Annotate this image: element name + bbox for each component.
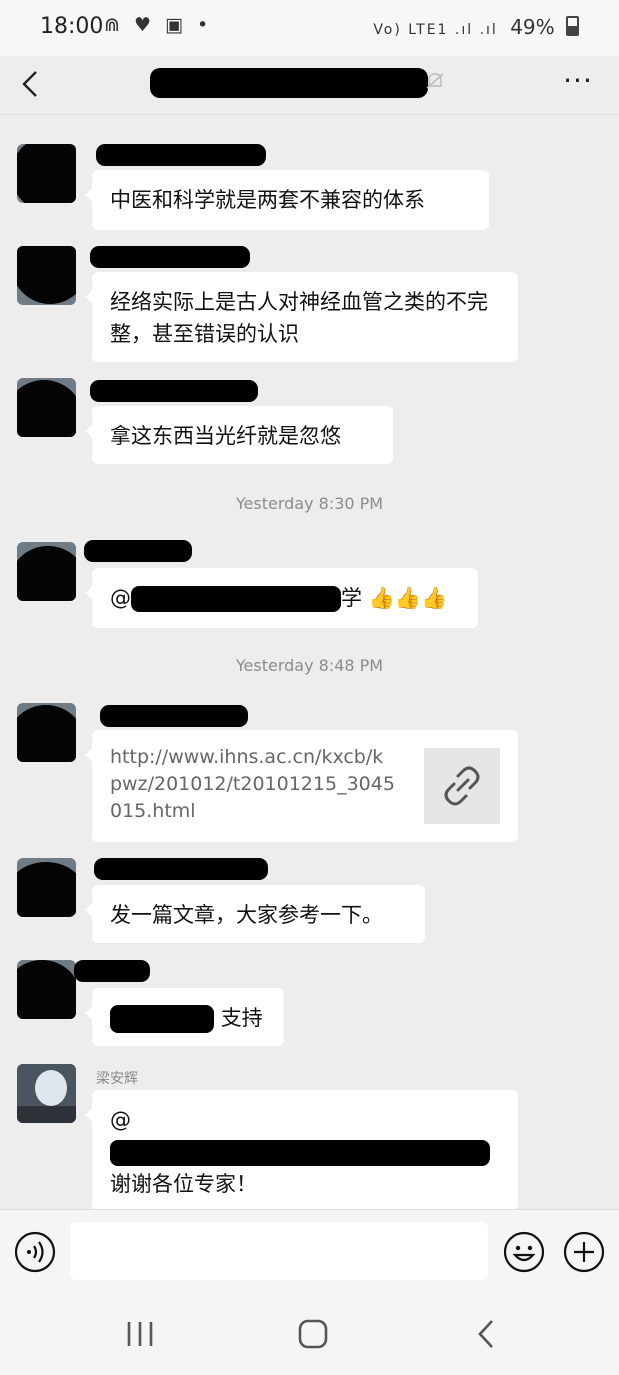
plus-icon xyxy=(563,1231,605,1273)
avatar[interactable] xyxy=(17,246,76,305)
sender-name: 梁安辉 xyxy=(96,1071,138,1087)
message-bubble[interactable]: 发一篇文章，大家参考一下。 xyxy=(85,885,425,943)
sender-name-redacted xyxy=(74,960,150,982)
battery-icon xyxy=(566,16,579,36)
back-arrow-icon xyxy=(478,1320,493,1348)
avatar[interactable] xyxy=(17,960,76,1019)
timestamp: Yesterday 8:48 PM xyxy=(235,656,384,675)
more-functions-button[interactable] xyxy=(563,1231,605,1273)
message-bubble[interactable]: 经络实际上是古人对神经血管之类的不完整，甚至错误的认识 xyxy=(85,272,518,362)
system-back-button[interactable] xyxy=(472,1317,500,1351)
sender-name-redacted xyxy=(90,246,250,268)
status-bar: 18:00 ⋒ ♥ ▣ • Vo) LTE1 .ıl .ıl 49% xyxy=(0,0,619,56)
avatar[interactable] xyxy=(17,378,76,437)
smiley-icon xyxy=(503,1231,545,1273)
avatar[interactable] xyxy=(17,703,76,762)
chat-header: ··· xyxy=(0,56,619,115)
emoji-button[interactable] xyxy=(503,1231,545,1273)
thumbs-up-icon: 👍👍👍 xyxy=(368,586,448,610)
avatar-image xyxy=(17,1064,76,1123)
link-thumbnail xyxy=(424,748,500,824)
sender-name-redacted xyxy=(100,705,248,727)
message-bubble[interactable]: @ 学 👍👍👍 xyxy=(85,568,478,628)
timestamp: Yesterday 8:30 PM xyxy=(235,494,384,513)
message-text: 谢谢各位专家！ xyxy=(110,1172,257,1196)
voice-button[interactable] xyxy=(14,1231,56,1273)
input-bar xyxy=(0,1209,619,1296)
mention-prefix: @ xyxy=(110,586,131,610)
recent-apps-button[interactable] xyxy=(124,1319,156,1349)
status-right: Vo) LTE1 .ıl .ıl 49% xyxy=(373,15,579,39)
message-bubble[interactable]: 中医和科学就是两套不兼容的体系 xyxy=(85,170,489,230)
back-button[interactable] xyxy=(14,66,50,102)
avatar[interactable] xyxy=(17,144,76,203)
avatar[interactable] xyxy=(17,542,76,601)
message-text: 支持 xyxy=(220,1006,263,1030)
message-text: 发一篇文章，大家参考一下。 xyxy=(110,903,383,927)
sender-name-redacted xyxy=(90,380,258,402)
home-button[interactable] xyxy=(297,1318,329,1350)
avatar[interactable] xyxy=(17,1064,76,1123)
redacted-text xyxy=(131,586,341,612)
sender-name-redacted xyxy=(84,540,192,562)
recent-apps-icon xyxy=(127,1322,153,1346)
signal-icon: Vo) LTE1 .ıl .ıl xyxy=(373,22,498,38)
sender-name-redacted xyxy=(96,144,266,166)
more-options-button[interactable]: ··· xyxy=(559,66,597,102)
notification-icons: ⋒ ♥ ▣ • xyxy=(104,14,213,36)
mention-suffix: 学 xyxy=(341,586,362,610)
sender-name-redacted xyxy=(94,858,268,880)
link-icon xyxy=(444,766,480,806)
mute-bell-icon xyxy=(424,70,446,92)
message-text: 经络实际上是古人对神经血管之类的不完整，甚至错误的认识 xyxy=(110,290,488,346)
chat-title-redacted xyxy=(150,68,428,98)
voice-icon xyxy=(14,1231,56,1273)
battery-percent: 49% xyxy=(510,15,555,39)
message-input[interactable] xyxy=(70,1222,488,1280)
status-time: 18:00 xyxy=(40,14,104,39)
system-navigation-bar xyxy=(0,1295,619,1375)
mention-prefix: @ xyxy=(110,1108,131,1132)
message-text: 中医和科学就是两套不兼容的体系 xyxy=(110,188,425,212)
redacted-text xyxy=(110,1005,214,1033)
link-url: http://www.ihns.ac.cn/kxcb/kpwz/201012/t… xyxy=(110,746,395,822)
message-bubble[interactable]: 支持 xyxy=(85,988,284,1046)
avatar[interactable] xyxy=(17,858,76,917)
home-icon xyxy=(298,1319,328,1349)
redacted-text xyxy=(110,1140,486,1166)
chevron-left-icon xyxy=(22,71,37,97)
message-bubble[interactable]: @ 谢谢各位专家！ xyxy=(85,1090,518,1210)
link-card[interactable]: http://www.ihns.ac.cn/kxcb/kpwz/201012/t… xyxy=(85,730,518,842)
message-text: 拿这东西当光纤就是忽悠 xyxy=(110,424,341,448)
message-bubble[interactable]: 拿这东西当光纤就是忽悠 xyxy=(85,406,393,464)
